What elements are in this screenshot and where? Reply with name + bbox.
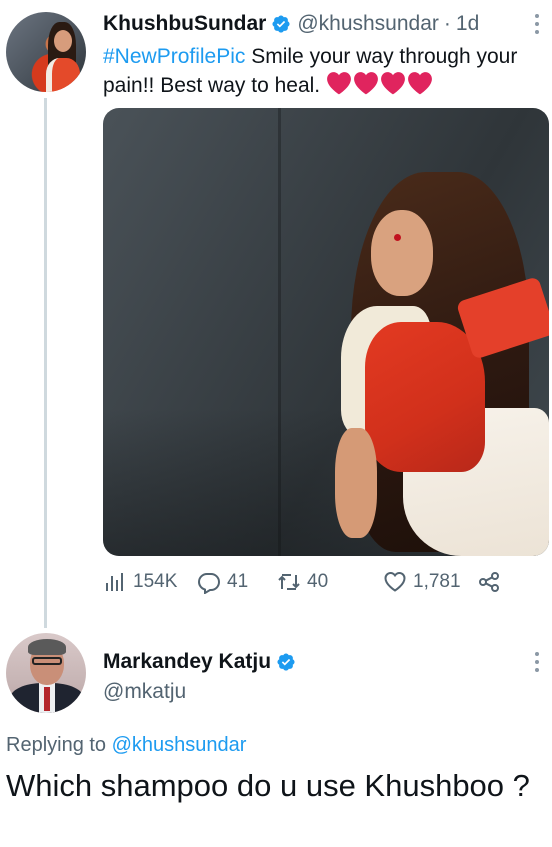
tweet-actions: 154K 41 40 1,781 [103,570,549,600]
tweet-header: KhushbuSundar @khushsundar · 1d [103,12,479,36]
hashtag-link[interactable]: #NewProfilePic [103,45,245,68]
more-options-icon[interactable] [535,14,541,38]
reply-action[interactable]: 41 [197,570,248,594]
tweet-text: #NewProfilePic Smile your way through yo… [103,42,549,100]
reply-author-avatar[interactable] [6,633,86,713]
tweet-photo[interactable] [103,108,549,556]
thread-line [44,98,47,628]
verified-badge-icon [277,653,295,671]
verified-badge-icon [272,15,290,33]
likes-count: 1,781 [413,571,461,592]
views-count: 154K [133,571,178,592]
time-separator: · [443,12,451,35]
views-action[interactable]: 154K [103,570,177,594]
tweet-time[interactable]: 1d [456,12,479,36]
reply-header: Markandey Katju [103,650,302,674]
author-name[interactable]: KhushbuSundar [103,12,266,36]
retweets-count: 40 [307,571,329,592]
more-options-icon[interactable] [535,652,541,676]
like-action[interactable]: 1,781 [383,570,461,594]
hearts-emoji [326,71,433,95]
share-icon [479,572,499,592]
author-handle[interactable]: @khushsundar [297,12,439,36]
replying-to-mention[interactable]: @khushsundar [112,734,247,756]
heart-icon [381,72,405,95]
replies-count: 41 [227,571,249,592]
reply-author-handle[interactable]: @mkatju [103,680,186,704]
reply-icon [197,573,221,594]
views-icon [106,573,123,591]
retweet-icon [278,574,300,590]
like-icon [384,571,406,592]
replying-to: Replying to @khushsundar [6,734,246,757]
reply-text: Which shampoo do u use Khushboo ? [6,768,530,803]
heart-icon [354,72,378,95]
retweet-action[interactable]: 40 [277,570,328,594]
reply-author-name[interactable]: Markandey Katju [103,650,271,674]
author-avatar[interactable] [6,12,86,92]
heart-icon [408,72,432,95]
replying-prefix: Replying to [6,734,112,756]
heart-icon [327,72,351,95]
share-action[interactable] [477,570,501,594]
